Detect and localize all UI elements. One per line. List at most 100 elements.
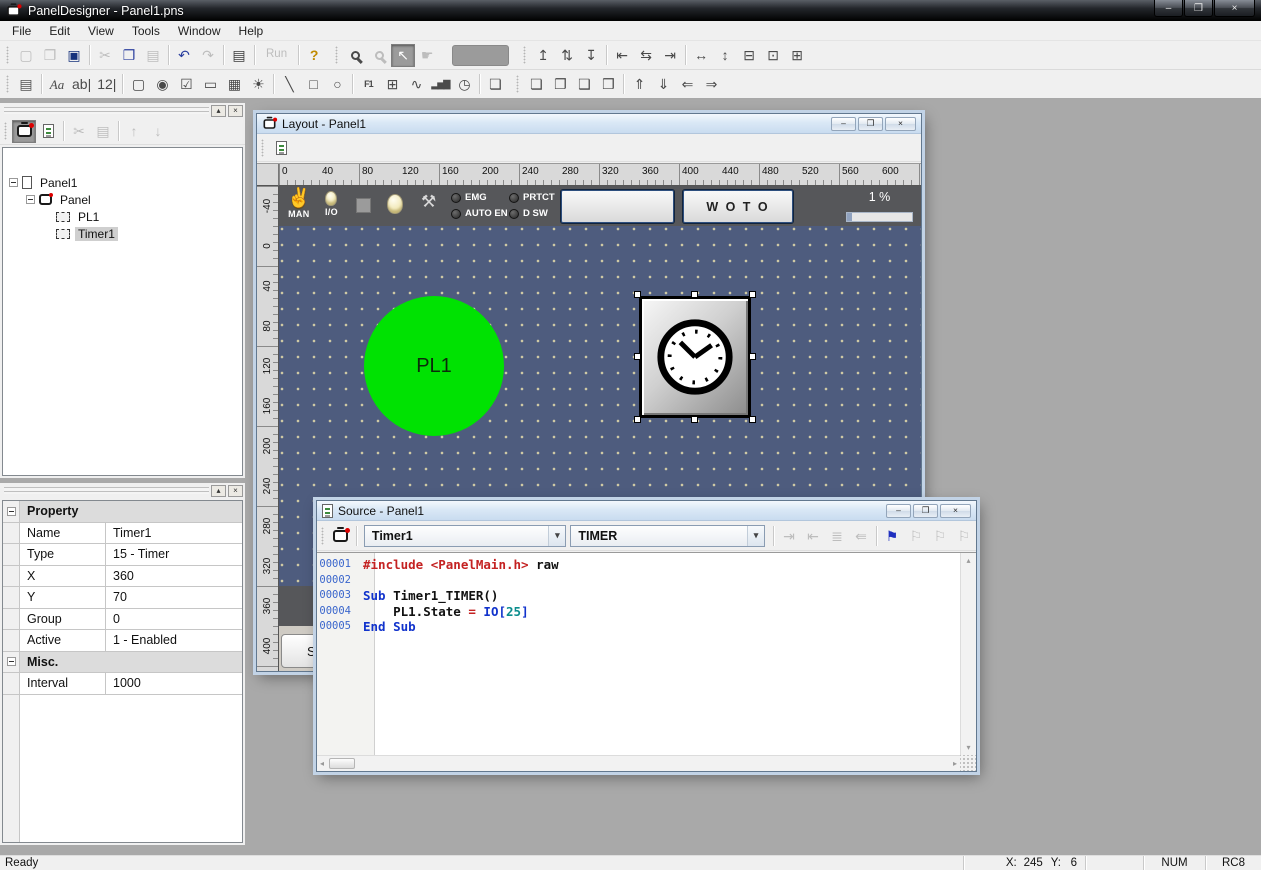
object-tree[interactable]: Panel1PanelPL1Timer1: [2, 147, 243, 476]
show-layout-button[interactable]: [329, 524, 353, 547]
pane-header[interactable]: ▴ ×: [0, 483, 245, 498]
outdent-button[interactable]: ⇚: [849, 524, 873, 547]
chevron-down-icon[interactable]: ▾: [747, 526, 764, 546]
layers-button[interactable]: ❏: [483, 73, 507, 96]
expand-toggle-icon[interactable]: [9, 178, 18, 187]
resize-handle[interactable]: [634, 416, 641, 423]
emg-indicator[interactable]: EMG: [451, 192, 508, 203]
d-sw-indicator[interactable]: D SW: [509, 208, 555, 219]
scroll-down-icon[interactable]: ▾: [966, 743, 970, 752]
bookmark-prev-button[interactable]: ⚐: [928, 524, 952, 547]
property-value[interactable]: 1 - Enabled: [106, 630, 242, 651]
source-titlebar[interactable]: Source - Panel1 – ❐ ×: [317, 501, 976, 521]
auto-en-indicator[interactable]: AUTO EN: [451, 208, 508, 219]
menu-view[interactable]: View: [79, 22, 123, 40]
resize-handle[interactable]: [749, 291, 756, 298]
woto-button[interactable]: W O T O: [683, 190, 793, 223]
pane-collapse-button[interactable]: ▴: [211, 105, 226, 117]
event-combo[interactable]: TIMER ▾: [570, 525, 765, 547]
close-button[interactable]: ×: [885, 117, 916, 131]
format-align-button[interactable]: ≣: [825, 524, 849, 547]
space-down-button[interactable]: ↕: [713, 44, 737, 67]
send-to-back-button[interactable]: ❐: [548, 73, 572, 96]
minimize-button[interactable]: –: [1154, 0, 1183, 17]
same-size-button[interactable]: ⊞: [785, 44, 809, 67]
vertical-scrollbar[interactable]: ▴ ▾: [960, 553, 976, 755]
run-button[interactable]: Run: [258, 44, 295, 67]
grid-margin[interactable]: [3, 501, 20, 522]
pan-button[interactable]: ☛: [415, 44, 439, 67]
prtct-indicator[interactable]: PRTCT: [509, 192, 555, 203]
picture-tool-button[interactable]: ▦: [222, 73, 246, 96]
timer-tool-button[interactable]: ◷: [452, 73, 476, 96]
scroll-up-icon[interactable]: ▴: [966, 556, 970, 565]
indent-decrease-button[interactable]: ⇤: [801, 524, 825, 547]
property-value[interactable]: 1000: [106, 673, 242, 694]
page-button[interactable]: [269, 136, 293, 159]
cut-button[interactable]: ✂: [93, 44, 117, 67]
bookmark-next-button[interactable]: ⚐: [904, 524, 928, 547]
scroll-left-icon[interactable]: ◂: [320, 759, 324, 768]
chevron-down-icon[interactable]: ▾: [548, 526, 565, 546]
layout-titlebar[interactable]: Layout - Panel1 – ❐ ×: [257, 114, 921, 134]
redo-button[interactable]: ↷: [196, 44, 220, 67]
menu-help[interactable]: Help: [230, 22, 273, 40]
checkbox-tool-button[interactable]: ☑: [174, 73, 198, 96]
resize-handle[interactable]: [634, 291, 641, 298]
zoom-button[interactable]: [343, 44, 367, 67]
resize-handle[interactable]: [749, 416, 756, 423]
menu-edit[interactable]: Edit: [40, 22, 79, 40]
bookmark-toggle-button[interactable]: ⚑: [880, 524, 904, 547]
table-tool-button[interactable]: ⊞: [380, 73, 404, 96]
code-editor[interactable]: 00001#include <PanelMain.h> raw000020000…: [317, 553, 960, 755]
function-button-tool-button[interactable]: F1: [356, 73, 380, 96]
pane-collapse-button[interactable]: ▴: [211, 485, 226, 497]
tree-node-panel[interactable]: Panel: [3, 191, 242, 208]
copy-button[interactable]: ❐: [117, 44, 141, 67]
menu-file[interactable]: File: [3, 22, 40, 40]
space-across-button[interactable]: ↔: [689, 44, 713, 67]
paste-button[interactable]: ▤: [141, 44, 165, 67]
textbox-tool-button[interactable]: ab|: [69, 73, 94, 96]
pane-header[interactable]: ▴ ×: [0, 103, 245, 118]
ellipse-tool-button[interactable]: ○: [325, 73, 349, 96]
timer1-widget[interactable]: [639, 296, 751, 418]
section-label[interactable]: Property: [20, 501, 242, 522]
bookmark-clear-button[interactable]: ⚐: [952, 524, 976, 547]
collapse-icon[interactable]: [7, 507, 16, 516]
maximize-button[interactable]: ❒: [1184, 0, 1213, 17]
fit-left-button[interactable]: ⇐: [675, 73, 699, 96]
scroll-right-icon[interactable]: ▸: [953, 759, 957, 768]
align-middle-button[interactable]: ⇅: [555, 44, 579, 67]
align-right-button[interactable]: ⇥: [658, 44, 682, 67]
send-backward-button[interactable]: ❒: [596, 73, 620, 96]
indent-increase-button[interactable]: ⇥: [777, 524, 801, 547]
radio-tool-button[interactable]: ◉: [150, 73, 174, 96]
line-tool-button[interactable]: ╲: [277, 73, 301, 96]
property-value[interactable]: 0: [106, 609, 242, 630]
align-top-button[interactable]: ↥: [531, 44, 555, 67]
same-height-button[interactable]: ⊡: [761, 44, 785, 67]
tree-node-panel1[interactable]: Panel1: [3, 174, 242, 191]
pl1-lamp-object[interactable]: PL1: [364, 296, 504, 436]
menu-window[interactable]: Window: [169, 22, 230, 40]
property-value[interactable]: Timer1: [106, 523, 242, 544]
save-button[interactable]: ▣: [62, 44, 86, 67]
io-lamp[interactable]: I/O: [325, 191, 338, 217]
man-switch[interactable]: ✌ MAN: [287, 189, 311, 219]
show-layout-button[interactable]: [12, 120, 36, 143]
property-value[interactable]: 360: [106, 566, 242, 587]
object-properties-button[interactable]: ▤: [91, 120, 115, 143]
undo-button[interactable]: ↶: [172, 44, 196, 67]
object-combo[interactable]: Timer1 ▾: [364, 525, 566, 547]
button-tool-button[interactable]: ▭: [198, 73, 222, 96]
resize-handle[interactable]: [691, 416, 698, 423]
scrollbar-thumb[interactable]: [329, 758, 355, 769]
menu-tools[interactable]: Tools: [123, 22, 169, 40]
bar-chart-tool-button[interactable]: ▂▅▇: [428, 73, 452, 96]
blank-button[interactable]: [561, 190, 674, 223]
groupbox-tool-button[interactable]: ▢: [126, 73, 150, 96]
collapse-icon[interactable]: [7, 657, 16, 666]
tree-node-timer1[interactable]: Timer1: [3, 225, 242, 242]
tree-node-pl1[interactable]: PL1: [3, 208, 242, 225]
